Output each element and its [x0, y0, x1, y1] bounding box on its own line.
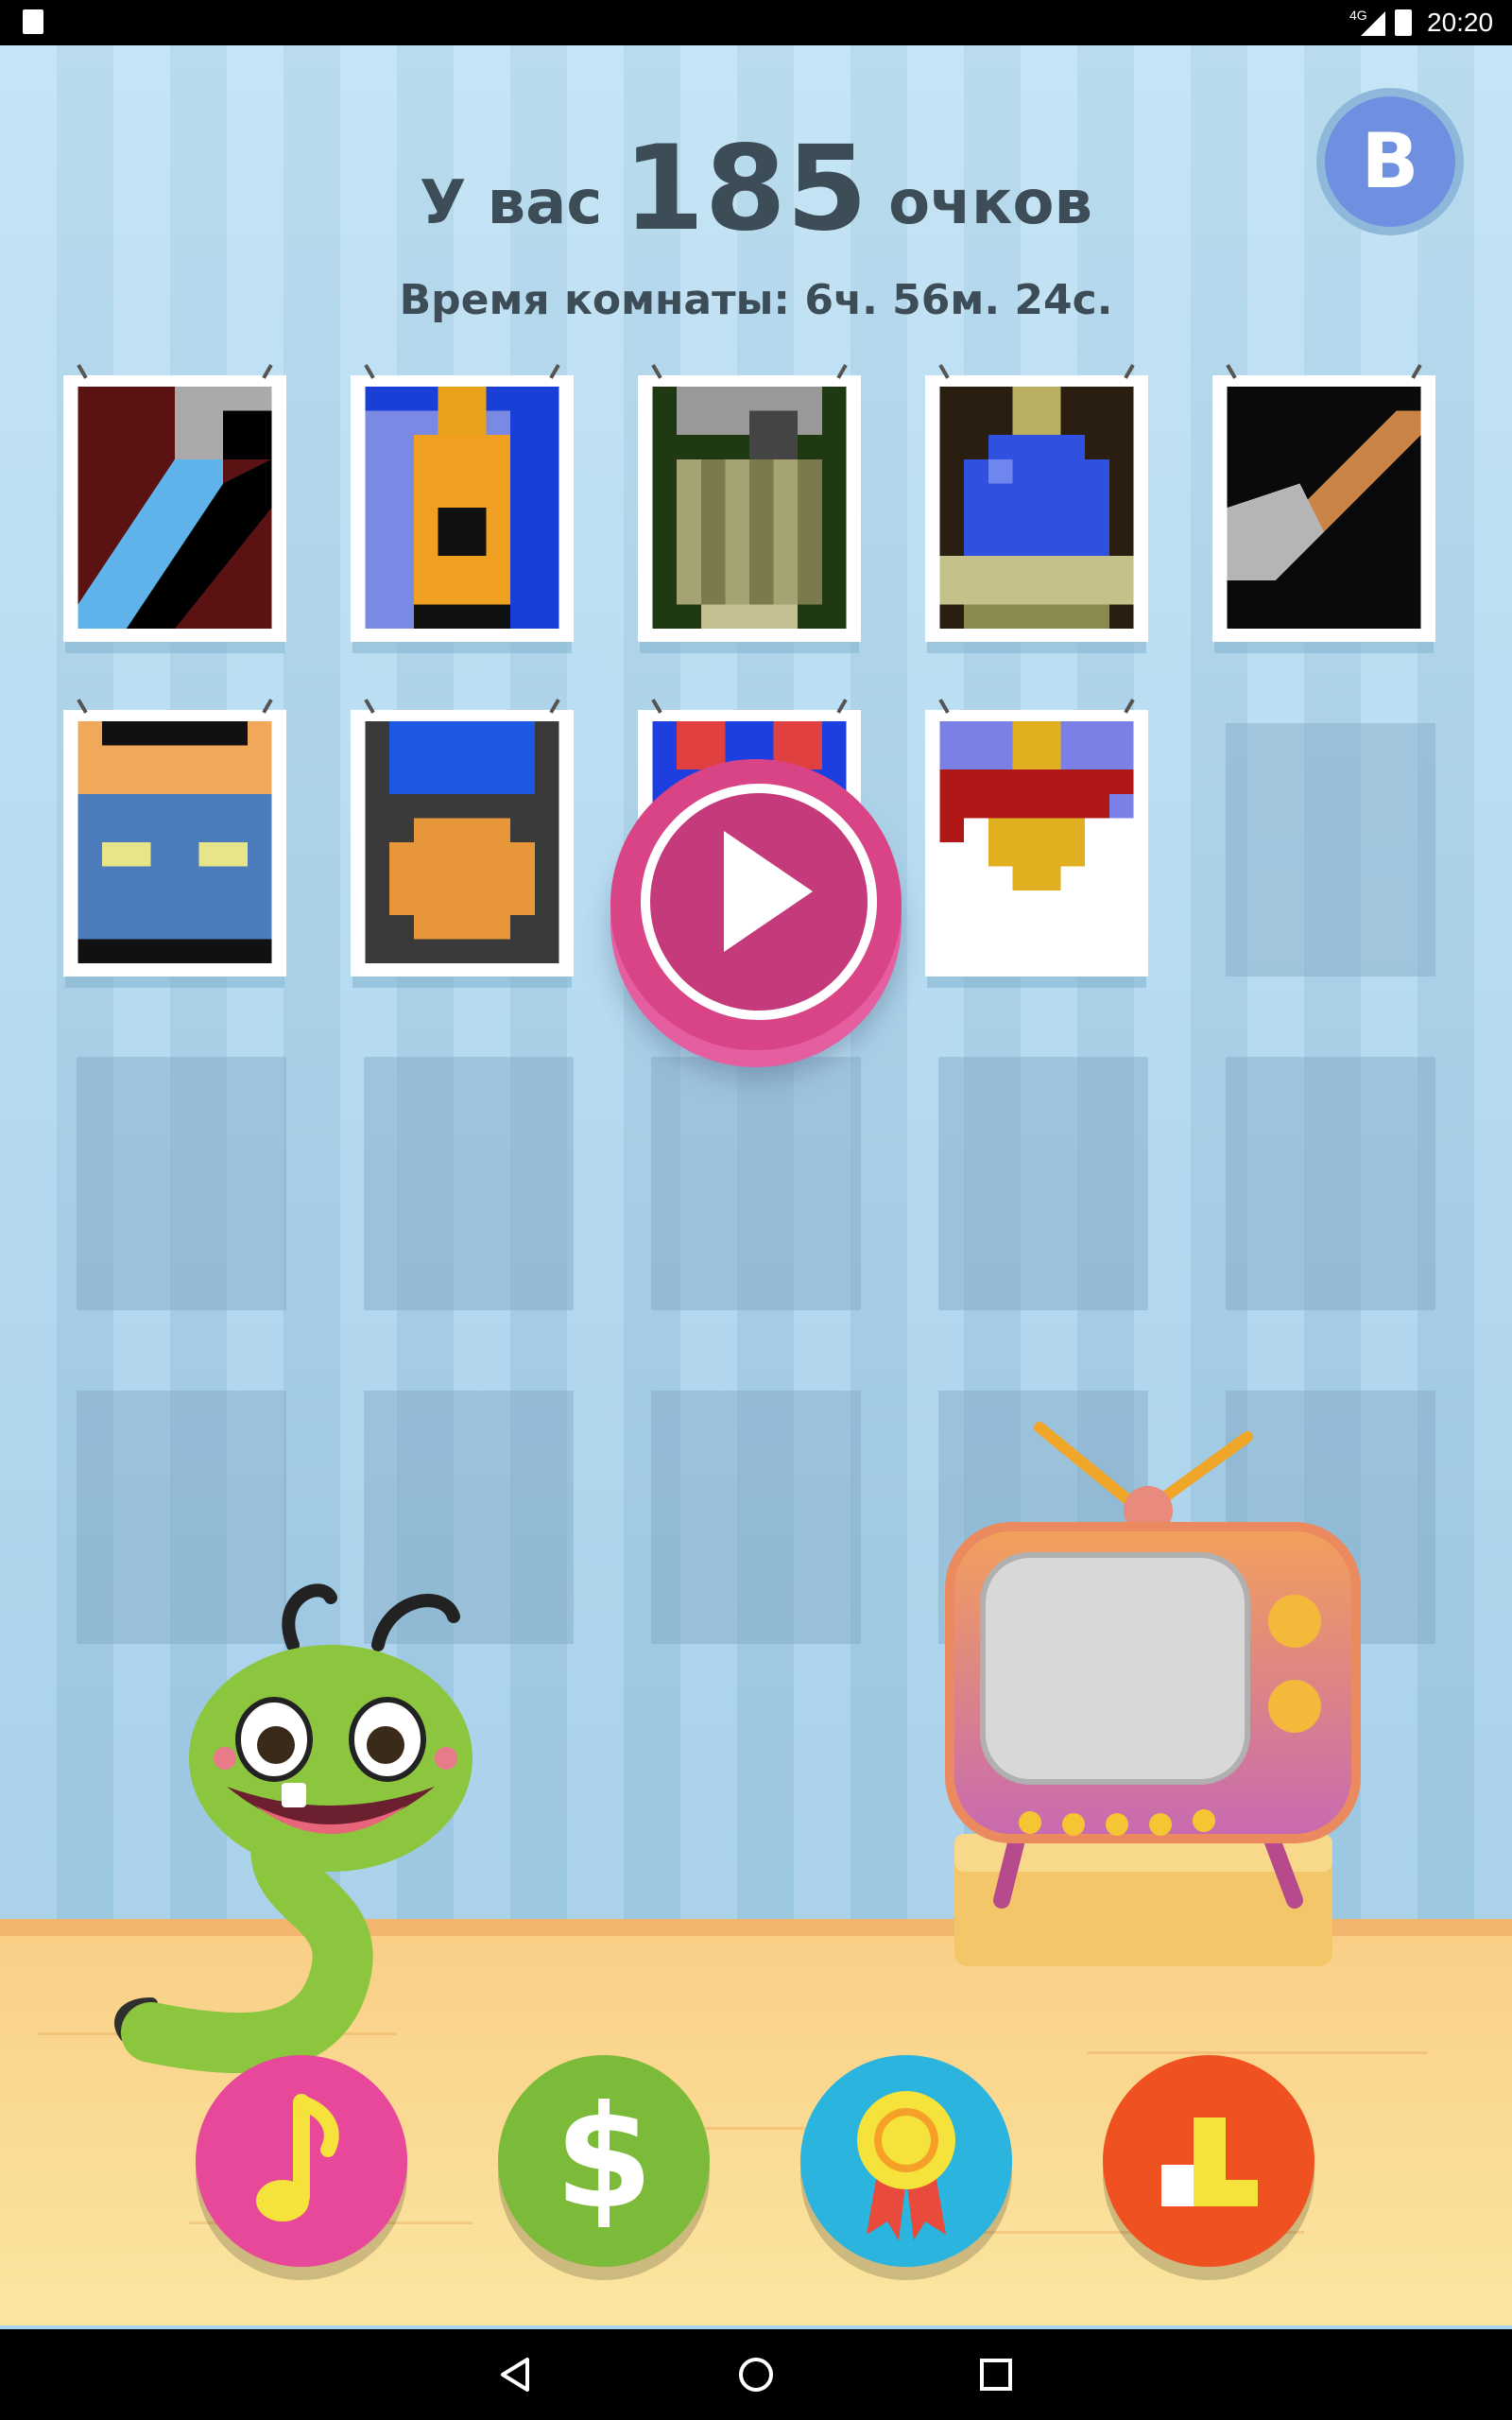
battery-icon: [1395, 9, 1412, 36]
leaderboard-button[interactable]: [1103, 2055, 1314, 2267]
score-prefix: У вас: [420, 168, 603, 238]
gallery-item-chest[interactable]: [63, 710, 286, 977]
pixel-bird-icon: [939, 721, 1134, 963]
empty-slot: [651, 1057, 861, 1310]
gallery-item-bird[interactable]: [925, 710, 1148, 977]
retro-tv: [945, 1422, 1361, 1966]
empty-slot: [938, 1057, 1148, 1310]
shop-button[interactable]: $: [498, 2055, 710, 2267]
navigation-bar: [0, 2329, 1512, 2420]
music-button[interactable]: [196, 2055, 407, 2267]
pixel-potion-icon: [939, 387, 1134, 629]
sd-card-icon: [23, 9, 43, 34]
pixel-sword-icon: [77, 387, 272, 629]
home-icon[interactable]: [733, 2352, 779, 2397]
recents-icon[interactable]: [973, 2352, 1019, 2397]
score-suffix: очков: [888, 168, 1092, 238]
gallery-item-sword[interactable]: [63, 375, 286, 642]
empty-slot: [1226, 1057, 1435, 1310]
svg-text:$: $: [555, 2076, 653, 2240]
dollar-icon: $: [555, 2076, 653, 2240]
gallery-item-backpack[interactable]: [638, 375, 861, 642]
empty-slot: [1226, 723, 1435, 977]
score-display: У вас 185 очков: [0, 121, 1512, 257]
award-ribbon-icon: [857, 2091, 955, 2240]
gallery-item-potion[interactable]: [925, 375, 1148, 642]
status-bar: 4G 20:20: [0, 0, 1512, 45]
status-time: 20:20: [1427, 8, 1494, 37]
empty-slot: [651, 1391, 861, 1644]
back-icon[interactable]: [493, 2352, 539, 2397]
pixel-backpack-icon: [652, 387, 847, 629]
empty-slot: [364, 1057, 574, 1310]
room-time: Время комнаты: 6ч. 56м. 24с.: [399, 276, 1113, 324]
empty-slot: [77, 1057, 286, 1310]
gallery-item-medal[interactable]: [351, 710, 574, 977]
play-button[interactable]: [610, 759, 902, 1050]
gallery-item-shovel[interactable]: [1212, 375, 1435, 642]
achievements-button[interactable]: [800, 2055, 1012, 2267]
snake-mascot: [114, 1583, 472, 2074]
score-value: 185: [623, 121, 868, 257]
signal-icon: [1361, 11, 1385, 36]
gallery-item-lute[interactable]: [351, 375, 574, 642]
music-note-icon: [256, 2094, 339, 2221]
pixel-medal-icon: [365, 721, 559, 963]
vk-share-button[interactable]: В: [1325, 96, 1455, 227]
pixel-shovel-icon: [1227, 387, 1421, 629]
leaderboard-icon: [1161, 2118, 1258, 2206]
pixel-chest-icon: [77, 721, 272, 963]
pixel-lute-icon: [365, 387, 559, 629]
play-icon: [724, 831, 813, 952]
